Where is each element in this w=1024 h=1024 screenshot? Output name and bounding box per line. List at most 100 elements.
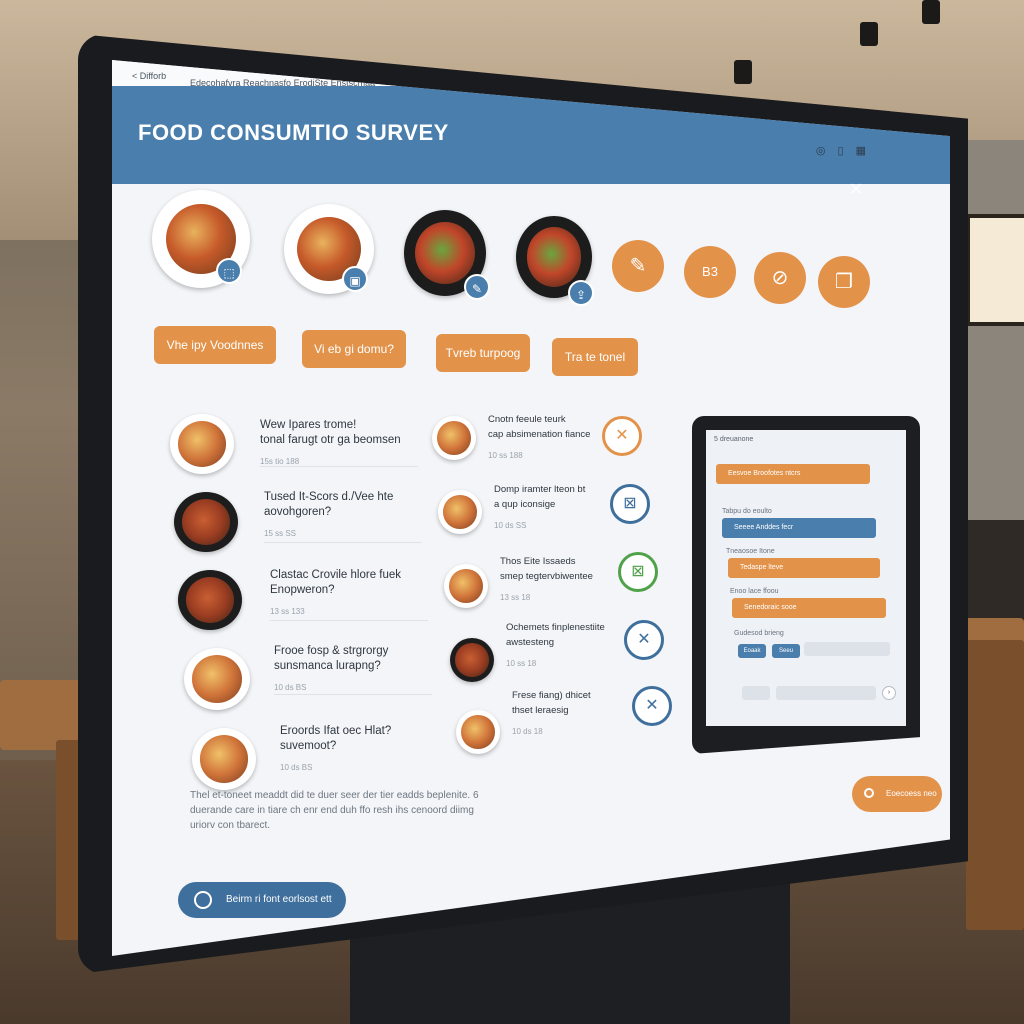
question-title: Cnotn feeule teurk — [488, 414, 566, 425]
survey-screen: < Difforb Edecohafvra Reachnasfo ErodiSt… — [112, 60, 950, 956]
dish-image[interactable] — [444, 564, 488, 608]
copy-glyph: ❐ — [835, 271, 853, 293]
tablet-bar[interactable]: Seeee Anddes fecr — [722, 518, 876, 538]
question-subtitle: cap absimenation fiance — [488, 429, 591, 440]
dish-image[interactable] — [456, 710, 500, 754]
question-text[interactable]: Frese fiang) dhicet thset leraesig 10 ds… — [512, 688, 622, 739]
choice-toggle[interactable]: ⊠ — [618, 552, 658, 592]
question-meta: 10 ds SS — [494, 521, 527, 530]
category-pill[interactable]: Tra te tonel — [552, 338, 638, 376]
tablet-bar[interactable]: Tedaspe lteve — [728, 558, 880, 578]
dish-image[interactable] — [438, 490, 482, 534]
question-subtitle: Enopweron? — [270, 584, 335, 596]
menu-board — [966, 214, 1024, 326]
dish-food — [449, 569, 483, 603]
dish-image[interactable] — [192, 728, 256, 790]
footer-note: Thel et-toneet meaddt did te duer seer d… — [190, 790, 479, 831]
close-icon: ✕ — [615, 427, 629, 444]
coin-icon[interactable]: B3 — [684, 246, 736, 298]
cancel-icon: ✕ — [645, 697, 659, 714]
question-subtitle: smep tegtervbiwentee — [500, 571, 593, 582]
window-controls: ◎ ▯ ▦ — [816, 144, 866, 157]
dish-image[interactable] — [170, 414, 234, 474]
choice-toggle[interactable]: ✕ — [632, 686, 672, 726]
question-subtitle: awstesteng — [506, 637, 555, 648]
track-light — [922, 0, 940, 24]
dish-food — [461, 715, 495, 749]
question-title: Domp iramter lteon bt — [494, 484, 586, 495]
question-title: Thos Eite Issaeds — [500, 556, 576, 567]
question-text[interactable]: Ochemets finplenestiite awstesteng 10 ss… — [506, 620, 616, 671]
search-button[interactable]: Eoecoess neo — [852, 776, 942, 812]
close-icon[interactable]: × — [844, 178, 868, 202]
question-meta: 13 ss 133 — [270, 607, 305, 616]
category-pill[interactable]: Vi eb gi domu? — [302, 330, 406, 368]
question-title: Tused It-Scors d./Vee hte — [264, 491, 394, 503]
dish-food — [181, 499, 231, 545]
question-meta: 10 ds 18 — [512, 727, 543, 736]
tablet-label: Enoo lace ffoou — [730, 588, 779, 595]
question-meta: 10 ds BS — [280, 763, 313, 772]
dish-image[interactable] — [174, 492, 238, 552]
coin-glyph: B3 — [702, 264, 718, 279]
question-meta: 10 ds BS — [274, 683, 307, 692]
crop-icon[interactable]: ⬚ — [216, 258, 242, 284]
dish-food — [455, 643, 489, 677]
tablet-field[interactable] — [804, 642, 890, 656]
question-subtitle: aovohgoren? — [264, 506, 332, 518]
tablet-icon[interactable]: ▯ — [838, 144, 844, 157]
dish-food — [185, 577, 235, 623]
share-icon[interactable]: ⇪ — [568, 280, 594, 306]
question-text[interactable]: Eroords Ifat oec Hlat? suvemoot? 10 ds B… — [280, 724, 440, 775]
settings-icon[interactable]: ◎ — [816, 144, 826, 157]
question-text[interactable]: Clastac Crovile hlore fuek Enopweron? 13… — [270, 568, 430, 619]
question-text[interactable]: Domp iramter lteon bt a qup iconsige 10 … — [494, 482, 604, 533]
edit-icon[interactable]: ✎ — [464, 274, 490, 300]
dish-food — [191, 655, 243, 703]
no-image-glyph: ⊘ — [771, 267, 789, 289]
no-image-icon[interactable]: ⊘ — [754, 252, 806, 304]
dish-image[interactable] — [178, 570, 242, 630]
divider — [264, 542, 422, 543]
choice-toggle[interactable]: ✕ — [624, 620, 664, 660]
divider — [274, 694, 432, 695]
question-text[interactable]: Frooe fosp & strgrorgy sunsmanca lurapng… — [274, 644, 434, 695]
dish-food — [437, 421, 471, 455]
tablet-bar[interactable]: Senedoraic sooe — [732, 598, 886, 618]
category-pill[interactable]: Tvreb turpoog — [436, 334, 530, 372]
question-subtitle: thset leraesig — [512, 705, 569, 716]
category-pill[interactable]: Vhe ipy Voodnnes — [154, 326, 276, 364]
question-text[interactable]: Wew Ipares trome! tonal farugt otr ga be… — [260, 418, 420, 469]
grid-icon[interactable]: ▦ — [856, 144, 866, 157]
next-icon[interactable]: › — [882, 686, 896, 700]
tablet-field[interactable] — [742, 686, 770, 700]
tablet-field[interactable] — [776, 686, 876, 700]
dish-image[interactable] — [184, 648, 250, 710]
page-title: FOOD CONSUMTIO SURVEY — [138, 120, 449, 145]
help-button-label: Beirm ri font eorlsost ett — [226, 894, 332, 905]
breadcrumb[interactable]: < Difforb — [132, 71, 166, 81]
dish-food — [199, 735, 249, 783]
question-text[interactable]: Cnotn feeule teurk cap absimenation fian… — [488, 412, 598, 463]
search-icon — [864, 788, 874, 798]
help-button[interactable]: Beirm ri font eorlsost ett — [178, 882, 346, 918]
question-meta: 15 ss SS — [264, 529, 297, 538]
dish-food — [443, 495, 477, 529]
choice-toggle[interactable]: ✕ — [602, 416, 642, 456]
dish-image[interactable] — [450, 638, 494, 682]
tablet-preview: 5 dreuanone Eesvoe Broofotes ntcrs Tabpu… — [692, 416, 920, 754]
copy-icon[interactable]: ❐ — [818, 256, 870, 308]
tablet-button[interactable]: Eoaak — [738, 644, 766, 658]
question-text[interactable]: Thos Eite Issaeds smep tegtervbiwentee 1… — [500, 554, 610, 605]
image-icon[interactable]: ▣ — [342, 266, 368, 292]
choice-toggle[interactable]: ⊠ — [610, 484, 650, 524]
track-light — [860, 22, 878, 46]
divider — [270, 620, 428, 621]
tablet-bar[interactable]: Eesvoe Broofotes ntcrs — [716, 464, 870, 484]
tablet-button[interactable]: Seeu — [772, 644, 800, 658]
dish-image[interactable] — [432, 416, 476, 460]
ice-cream-icon[interactable]: ✎ — [612, 240, 664, 292]
dish-food — [177, 421, 227, 467]
question-text[interactable]: Tused It-Scors d./Vee hte aovohgoren? 15… — [264, 490, 424, 541]
question-title: Ochemets finplenestiite — [506, 622, 605, 633]
